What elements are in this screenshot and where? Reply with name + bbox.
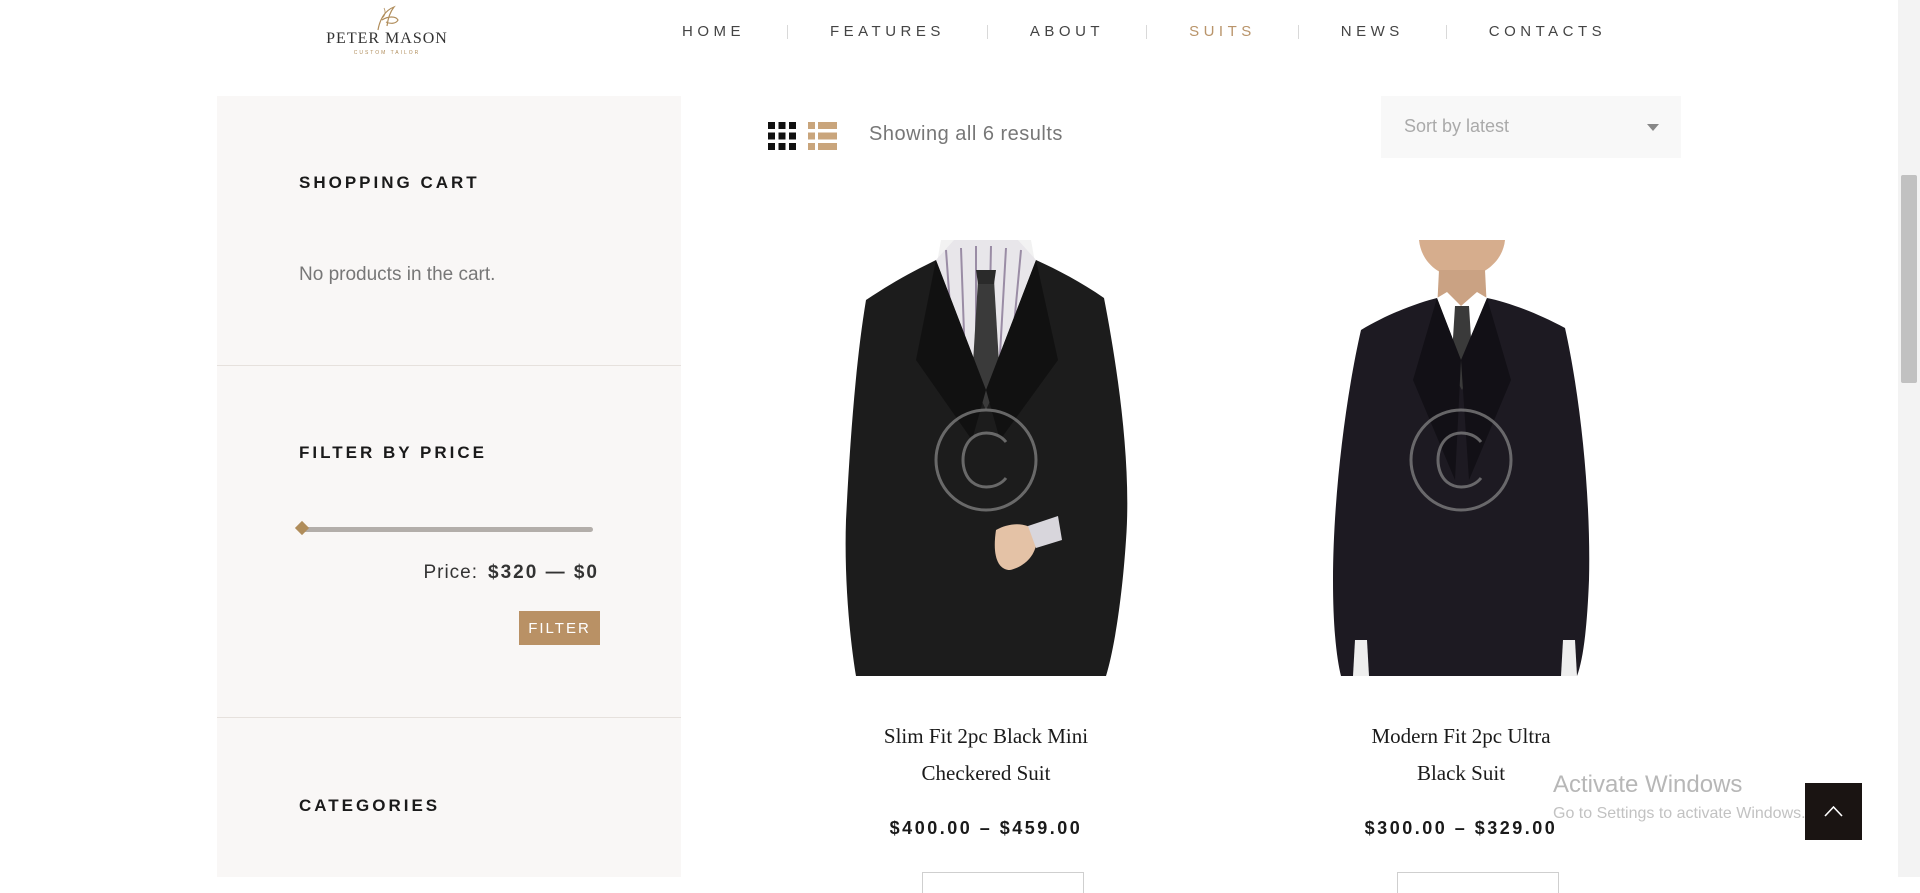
categories-title: CATEGORIES — [299, 796, 441, 815]
cart-widget-title: SHOPPING CART — [299, 173, 480, 192]
site-logo[interactable]: PETER MASON CUSTOM TAILOR — [324, 4, 450, 56]
product-title[interactable]: Slim Fit 2pc Black Mini Checkered Suit — [796, 718, 1176, 792]
logo-tagline: CUSTOM TAILOR — [353, 50, 421, 56]
product-title-line: Checkered Suit — [921, 761, 1051, 785]
back-to-top-button[interactable] — [1805, 783, 1862, 840]
chevron-down-icon — [1647, 124, 1659, 131]
product-price: $400.00 – $459.00 — [889, 818, 1083, 838]
results-count: Showing all 6 results — [869, 123, 1063, 145]
site-header: PETER MASON CUSTOM TAILOR HOME FEATURES … — [0, 0, 1898, 64]
activate-windows-title: Activate Windows — [1553, 771, 1743, 798]
page-scrollbar[interactable] — [1898, 0, 1920, 877]
chevron-up-icon — [1824, 805, 1843, 817]
main-nav: HOME FEATURES ABOUT SUITS NEWS CONTACTS — [640, 0, 1648, 64]
copyright-watermark-icon — [1409, 408, 1513, 512]
widget-divider — [217, 717, 681, 718]
price-slider-track[interactable] — [301, 527, 593, 532]
cart-empty-message: No products in the cart. — [299, 264, 496, 285]
nav-item-home[interactable]: HOME — [640, 22, 787, 42]
price-filter-title: FILTER BY PRICE — [299, 443, 487, 462]
scrollbar-thumb[interactable] — [1901, 175, 1917, 383]
activate-windows-watermark: Activate Windows Go to Settings to activ… — [1553, 771, 1806, 823]
price-range-label: Price: $320 — $0 — [423, 562, 599, 584]
widget-divider — [217, 365, 681, 366]
product-card: Modern Fit 2pc Ultra Black Suit $300.00 … — [1271, 240, 1651, 893]
sort-selected-value: Sort by latest — [1404, 116, 1510, 136]
nav-item-features[interactable]: FEATURES — [788, 22, 987, 42]
price-label-text: Price: — [423, 562, 479, 583]
nav-item-about[interactable]: ABOUT — [988, 22, 1146, 42]
price-range-value: $320 — $0 — [488, 562, 599, 583]
product-title-line: Modern Fit 2pc Ultra — [1371, 724, 1551, 748]
product-image[interactable] — [1271, 240, 1651, 676]
list-view-icon[interactable] — [808, 122, 837, 150]
nav-item-suits[interactable]: SUITS — [1147, 22, 1298, 42]
price-slider-handle[interactable] — [294, 520, 310, 536]
product-card: Slim Fit 2pc Black Mini Checkered Suit $… — [796, 240, 1176, 893]
activate-windows-subtitle: Go to Settings to activate Windows. — [1553, 805, 1806, 822]
add-to-cart-button[interactable] — [922, 872, 1084, 893]
product-title-line: Slim Fit 2pc Black Mini — [883, 724, 1089, 748]
sort-select[interactable]: Sort by latest — [1381, 96, 1681, 158]
nav-item-news[interactable]: NEWS — [1299, 22, 1446, 42]
copyright-watermark-icon — [934, 408, 1038, 512]
add-to-cart-button[interactable] — [1397, 872, 1559, 893]
logo-name: PETER MASON — [326, 30, 448, 47]
shop-sidebar: SHOPPING CART No products in the cart. F… — [217, 96, 681, 877]
nav-item-contacts[interactable]: CONTACTS — [1447, 22, 1648, 42]
product-image[interactable] — [796, 240, 1176, 676]
filter-button[interactable]: FILTER — [519, 611, 600, 645]
grid-view-icon[interactable] — [768, 122, 796, 150]
